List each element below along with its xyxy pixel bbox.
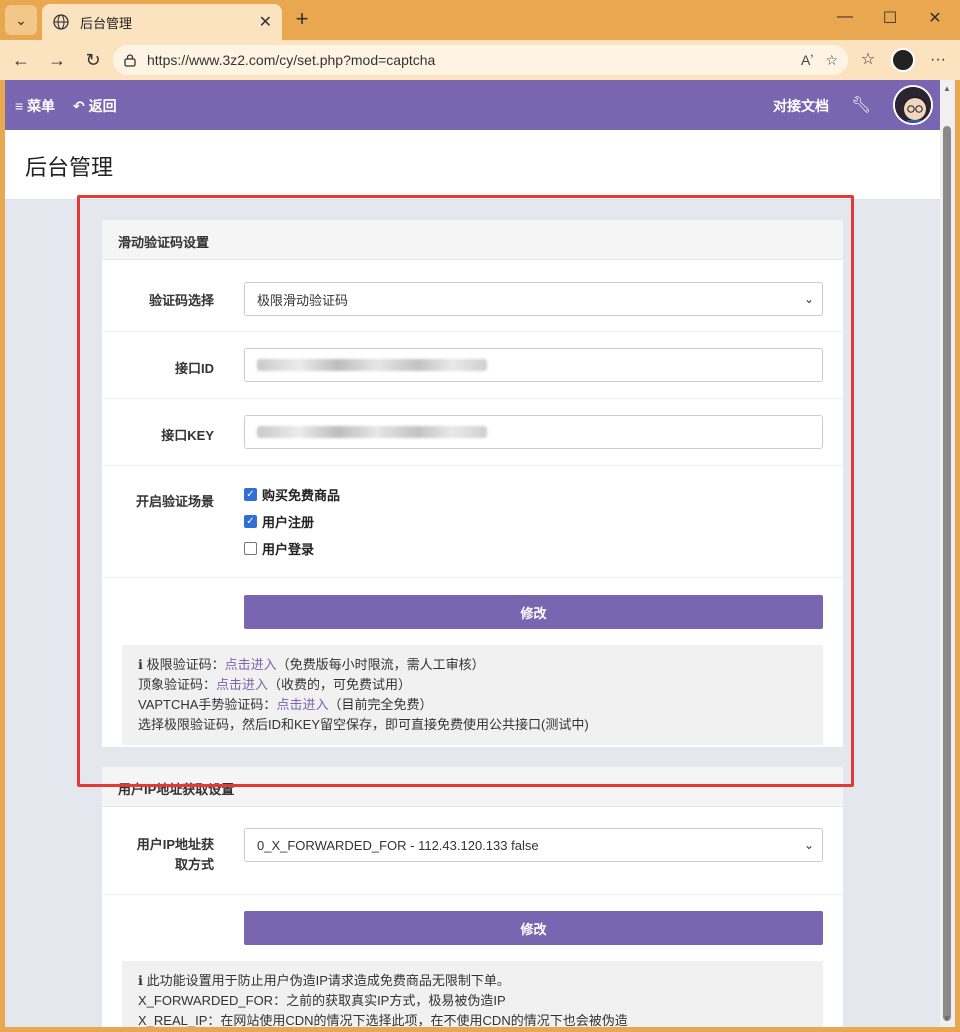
red-highlight-box (77, 195, 854, 787)
browser-titlebar: ⌄ 后台管理 ✕ + — ☐ ✕ (0, 0, 960, 40)
page-viewport: ≡ 菜单 ↶ 返回 对接文档 🔧︎ 后台管理 滑动验证码设置 验证码选择 极限滑… (5, 80, 940, 1027)
profile-avatar[interactable] (891, 48, 915, 72)
scroll-down-icon[interactable]: ▼ (943, 1014, 951, 1023)
close-icon[interactable]: ✕ (920, 8, 950, 32)
info-circle-icon: ℹ (138, 973, 143, 988)
note-text: 此功能设置用于防止用户伪造IP请求造成免费商品无限制下单。 (146, 973, 510, 988)
lock-icon (124, 54, 136, 67)
label-line: 取方式 (174, 857, 214, 872)
ip-notes: ℹ 此功能设置用于防止用户伪造IP请求造成免费商品无限制下单。 X_FORWAR… (122, 961, 823, 1027)
scrollbar-thumb[interactable] (943, 126, 951, 1021)
read-aloud-icon[interactable]: Aʼ (801, 52, 813, 68)
note-line: X_FORWARDED_FOR：之前的获取真实IP方式，极易被伪造IP (138, 993, 506, 1008)
browser-toolbar: ← → ↻ https://www.3z2.com/cy/set.php?mod… (0, 40, 960, 80)
back-button[interactable]: ↶ 返回 (73, 96, 117, 116)
app-header: ≡ 菜单 ↶ 返回 对接文档 🔧︎ (5, 80, 940, 130)
undo-arrow-icon: ↶ (73, 98, 85, 114)
ip-method-value: 0_X_FORWARDED_FOR - 112.43.120.133 false (257, 837, 539, 853)
browser-tab[interactable]: 后台管理 ✕ (42, 4, 282, 40)
menu-button[interactable]: ≡ 菜单 (15, 96, 55, 116)
ip-settings-panel: 用户IP地址获取设置 用户IP地址获 取方式 0_X_FORWARDED_FOR … (102, 767, 843, 1027)
url-text: https://www.3z2.com/cy/set.php?mod=captc… (147, 52, 436, 68)
label-line: 用户IP地址获 (136, 837, 214, 852)
back-arrow-icon[interactable]: ← (8, 48, 34, 72)
page-header: 后台管理 (5, 130, 940, 200)
tab-actions-button[interactable]: ⌄ (5, 5, 37, 35)
page-scrollbar[interactable]: ▲ ▼ (940, 80, 955, 1027)
chevron-down-icon: ⌄ (803, 838, 814, 852)
address-bar[interactable]: https://www.3z2.com/cy/set.php?mod=captc… (113, 45, 848, 75)
note-line: X_REAL_IP：在网站使用CDN的情况下选择此项，在不使用CDN的情况下也会… (138, 1013, 628, 1027)
ip-method-row: 用户IP地址获取方式 0_X_FORWARDED_FOR - 112.43.12… (102, 807, 843, 895)
wrench-icon[interactable]: 🔧︎ (851, 95, 871, 115)
note-line: ℹ 此功能设置用于防止用户伪造IP请求造成免费商品无限制下单。 (138, 971, 807, 991)
star-icon[interactable]: ☆ (825, 52, 838, 69)
plus-icon[interactable]: + (290, 8, 314, 32)
more-icon[interactable]: ··· (925, 48, 951, 72)
docs-link[interactable]: 对接文档 (773, 96, 829, 116)
minimize-icon[interactable]: — (830, 8, 860, 32)
back-label: 返回 (88, 98, 117, 114)
maximize-icon[interactable]: ☐ (875, 8, 905, 32)
page-title: 后台管理 (25, 155, 114, 180)
ip-submit-button[interactable]: 修改 (244, 911, 823, 945)
chevron-down-icon: ⌄ (15, 11, 27, 28)
hamburger-icon: ≡ (15, 98, 24, 114)
tab-close-icon[interactable]: ✕ (259, 12, 272, 32)
tab-title: 后台管理 (80, 15, 133, 31)
ip-method-label: 用户IP地址获取方式 (102, 835, 214, 875)
reload-icon[interactable]: ↻ (80, 48, 106, 72)
favorites-icon[interactable]: ☆ (855, 48, 881, 72)
avatar[interactable] (893, 85, 933, 125)
globe-icon (53, 14, 69, 30)
forward-arrow-icon[interactable]: → (44, 48, 70, 72)
menu-label: 菜单 (27, 98, 56, 114)
ip-method-select[interactable]: 0_X_FORWARDED_FOR - 112.43.120.133 false… (244, 828, 823, 862)
scroll-up-icon[interactable]: ▲ (943, 84, 951, 93)
